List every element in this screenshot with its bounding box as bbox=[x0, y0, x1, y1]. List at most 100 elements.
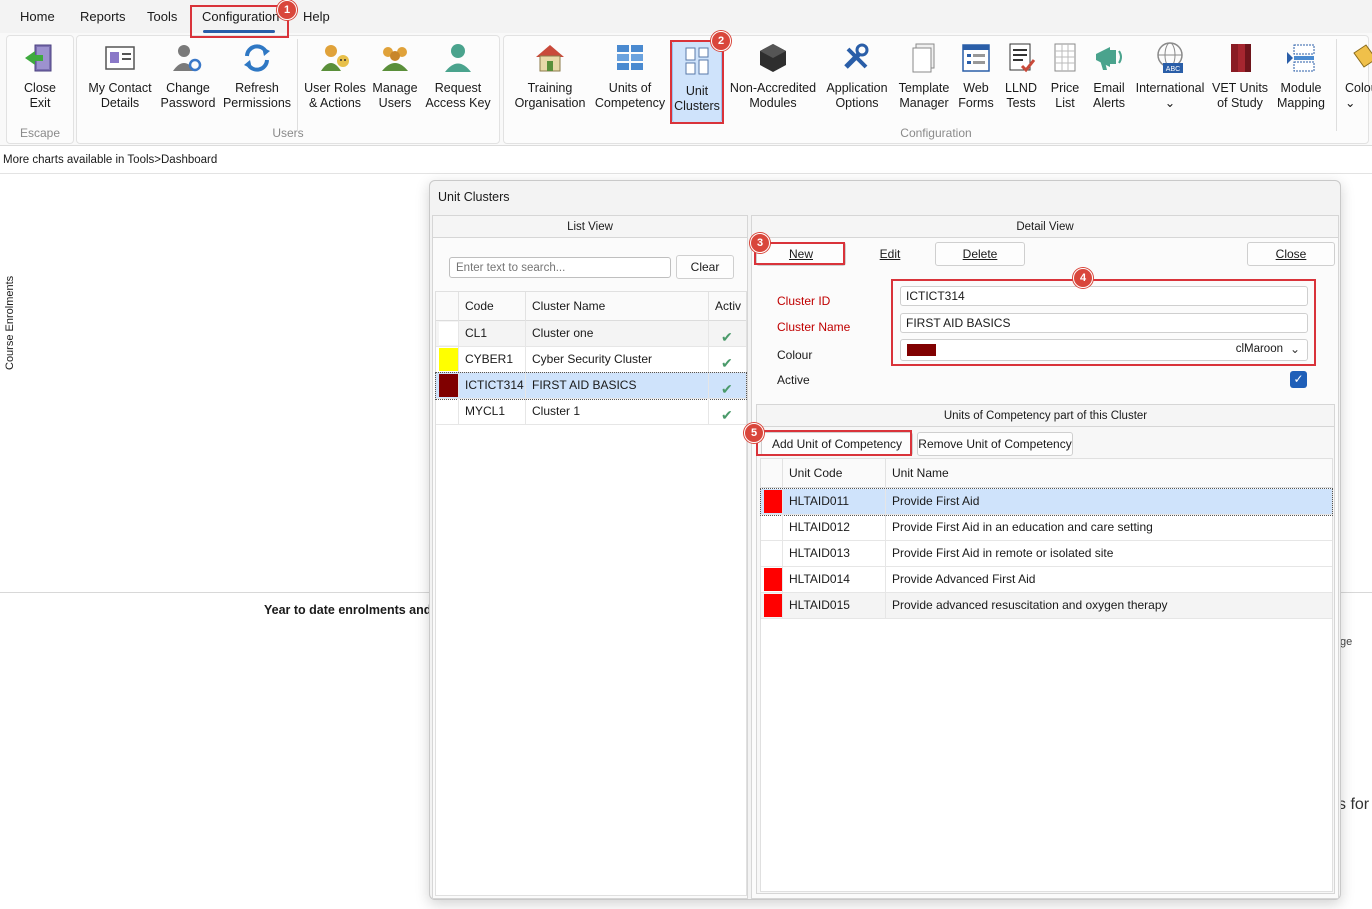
colour-label: Colour bbox=[777, 348, 813, 362]
table-row-selected[interactable]: HLTAID011 Provide First Aid bbox=[760, 488, 1334, 516]
delete-button[interactable]: Delete bbox=[935, 242, 1025, 266]
cluster-name-label: Cluster Name bbox=[777, 320, 851, 334]
list-view-header: List View bbox=[433, 216, 747, 238]
table-row-selected[interactable]: ICTICT314 FIRST AID BASICS ✔ bbox=[435, 372, 748, 400]
price-list-button[interactable]: Price List bbox=[1046, 41, 1084, 111]
unit-code: HLTAID013 bbox=[782, 541, 885, 566]
menu-reports[interactable]: Reports bbox=[80, 9, 126, 24]
units-competency-label: Units of Competency bbox=[594, 81, 666, 110]
refresh-permissions-button[interactable]: Refresh Permissions bbox=[222, 41, 292, 111]
colour-swatch bbox=[764, 594, 783, 617]
my-contact-details-button[interactable]: My Contact Details bbox=[86, 41, 154, 111]
annotation-box-add-unit bbox=[756, 430, 912, 456]
training-org-label: Training Organisation bbox=[514, 81, 586, 110]
email-alerts-button[interactable]: Email Alerts bbox=[1088, 41, 1130, 111]
ribbon-separator bbox=[1336, 39, 1337, 131]
table-row[interactable]: HLTAID015 Provide advanced resuscitation… bbox=[761, 593, 1332, 619]
close-button[interactable]: Close bbox=[1247, 242, 1335, 266]
web-form-icon bbox=[962, 44, 990, 72]
manage-users-button[interactable]: Manage Users bbox=[370, 41, 420, 111]
request-access-key-button[interactable]: Request Access Key bbox=[424, 41, 492, 111]
units-of-competency-button[interactable]: Units of Competency bbox=[594, 41, 666, 111]
non-accredited-modules-button[interactable]: Non-Accredited Modules bbox=[728, 41, 818, 111]
annotation-box-unit-clusters bbox=[670, 40, 724, 124]
check-icon: ✔ bbox=[721, 407, 733, 423]
ytd-chart-title: Year to date enrolments and bbox=[264, 603, 432, 617]
menu-tools[interactable]: Tools bbox=[147, 9, 177, 24]
table-row[interactable]: CL1 Cluster one ✔ bbox=[436, 321, 746, 347]
training-organisation-button[interactable]: Training Organisation bbox=[512, 41, 588, 111]
annotation-box-configuration bbox=[190, 5, 289, 38]
column-header-active[interactable]: Activ bbox=[708, 292, 748, 321]
application-options-button[interactable]: Application Options bbox=[824, 41, 890, 111]
dialog-title: Unit Clusters bbox=[438, 190, 510, 204]
cluster-name: Cluster one bbox=[525, 321, 708, 346]
remove-unit-button[interactable]: Remove Unit of Competency bbox=[917, 432, 1073, 456]
column-header-unit-code[interactable]: Unit Code bbox=[782, 459, 885, 488]
active-checkbox[interactable]: ✓ bbox=[1290, 371, 1307, 388]
clear-button[interactable]: Clear bbox=[676, 255, 734, 279]
user-roles-actions-button[interactable]: User Roles & Actions bbox=[304, 41, 366, 111]
active-label: Active bbox=[777, 373, 810, 387]
search-input[interactable] bbox=[449, 257, 671, 278]
annotation-badge: 5 bbox=[744, 423, 764, 443]
table-row[interactable]: HLTAID012 Provide First Aid in an educat… bbox=[761, 515, 1332, 541]
template-manager-button[interactable]: Template Manager bbox=[896, 41, 952, 111]
close-button-label: Close bbox=[1275, 247, 1307, 261]
cluster-code: CYBER1 bbox=[458, 347, 525, 372]
megaphone-icon bbox=[1096, 47, 1122, 70]
house-icon bbox=[536, 45, 564, 72]
annotation-badge: 2 bbox=[711, 31, 731, 51]
edit-button-label: Edit bbox=[879, 247, 901, 261]
colour-swatch bbox=[764, 490, 783, 513]
cluster-code: MYCL1 bbox=[458, 399, 525, 424]
close-exit-button[interactable]: Close Exit bbox=[14, 41, 66, 111]
grid-blocks-icon bbox=[617, 45, 643, 70]
refresh-permissions-label: Refresh Permissions bbox=[222, 81, 292, 110]
annotation-badge: 3 bbox=[750, 233, 770, 253]
menu-home[interactable]: Home bbox=[20, 9, 55, 24]
llnd-tests-label: LLND Tests bbox=[1005, 81, 1037, 110]
table-row[interactable]: HLTAID013 Provide First Aid in remote or… bbox=[761, 541, 1332, 567]
non-accredited-label: Non-Accredited Modules bbox=[729, 81, 817, 110]
obscured-text-fragment: ge bbox=[1340, 636, 1353, 648]
llnd-tests-button[interactable]: LLND Tests bbox=[1000, 41, 1042, 111]
edit-button[interactable]: Edit bbox=[846, 242, 934, 266]
international-label: International ⌄ bbox=[1135, 81, 1205, 110]
globe-abc-icon: ABC bbox=[1157, 42, 1183, 73]
change-password-button[interactable]: Change Password bbox=[160, 41, 216, 111]
manage-users-label: Manage Users bbox=[372, 81, 418, 110]
table-row[interactable]: MYCL1 Cluster 1 ✔ bbox=[436, 399, 746, 425]
cluster-code: CL1 bbox=[458, 321, 525, 346]
menu-help[interactable]: Help bbox=[303, 9, 330, 24]
colour-swatch bbox=[439, 374, 458, 397]
cluster-id-label: Cluster ID bbox=[777, 294, 831, 308]
active-cell: ✔ bbox=[708, 373, 748, 398]
vet-units-of-study-button[interactable]: VET Units of Study bbox=[1212, 41, 1268, 111]
unit-name: Provide First Aid bbox=[885, 489, 1334, 514]
table-row[interactable]: HLTAID014 Provide Advanced First Aid bbox=[761, 567, 1332, 593]
international-button[interactable]: ABC International ⌄ bbox=[1134, 41, 1206, 111]
template-manager-label: Template Manager bbox=[898, 81, 950, 110]
refresh-icon bbox=[244, 44, 270, 72]
table-row[interactable]: CYBER1 Cyber Security Cluster ✔ bbox=[436, 347, 746, 373]
colour-label: Colou ⌄ bbox=[1345, 81, 1372, 110]
unit-code: HLTAID012 bbox=[782, 515, 885, 540]
column-header-cluster-name[interactable]: Cluster Name bbox=[525, 292, 708, 321]
email-alerts-label: Email Alerts bbox=[1093, 81, 1125, 110]
svg-text:ABC: ABC bbox=[1166, 66, 1180, 73]
column-header-unit-name[interactable]: Unit Name bbox=[885, 459, 1334, 488]
unit-code: HLTAID015 bbox=[782, 593, 885, 618]
web-forms-label: Web Forms bbox=[958, 81, 994, 110]
colour-swatch bbox=[764, 542, 783, 565]
obscured-text-fragment: s for bbox=[1338, 796, 1370, 813]
module-mapping-button[interactable]: Module Mapping bbox=[1272, 41, 1330, 111]
user-key-icon bbox=[173, 45, 202, 72]
user-roles-icon bbox=[321, 45, 349, 71]
unit-code: HLTAID014 bbox=[782, 567, 885, 592]
colour-swatch bbox=[439, 348, 458, 371]
colour-button[interactable]: Colou ⌄ bbox=[1342, 41, 1372, 111]
web-forms-button[interactable]: Web Forms bbox=[956, 41, 996, 111]
app-options-label: Application Options bbox=[826, 81, 888, 110]
column-header-code[interactable]: Code bbox=[458, 292, 525, 321]
